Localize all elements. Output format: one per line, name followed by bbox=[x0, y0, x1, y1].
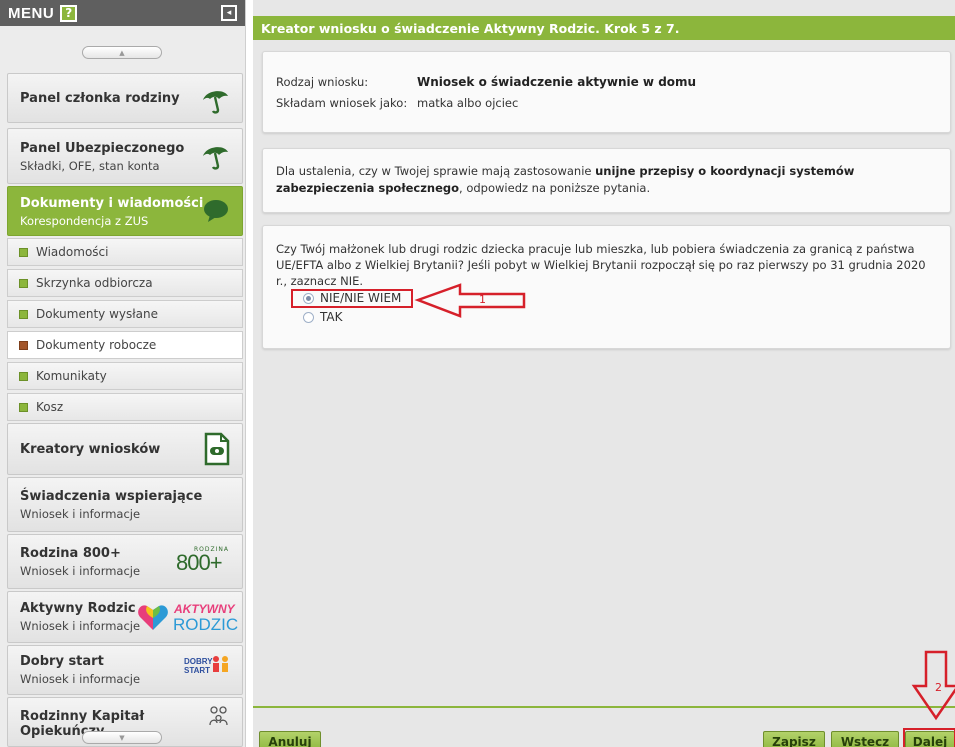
subitem-dokumenty-robocze[interactable]: Dokumenty robocze bbox=[7, 331, 243, 359]
puzzle-heart-icon bbox=[138, 605, 168, 630]
radio-label: TAK bbox=[320, 310, 343, 324]
panel-swiadczenia-wspierajace[interactable]: Świadczenia wspierające Wniosek i inform… bbox=[7, 477, 243, 532]
panel-dobry-start[interactable]: Dobry start Wniosek i informacje DOBRY S… bbox=[7, 645, 243, 695]
scroll-down-button[interactable]: ▼ bbox=[82, 731, 162, 744]
panel-title: Panel Ubezpieczonego bbox=[20, 141, 185, 156]
back-button[interactable]: Wstecz bbox=[831, 731, 899, 747]
subitem-kosz[interactable]: Kosz bbox=[7, 393, 243, 421]
bullet-square-icon bbox=[19, 371, 28, 381]
application-type-label: Rodzaj wniosku: bbox=[276, 75, 369, 89]
family-icon bbox=[209, 706, 228, 726]
menu-header: MENU ? ◂ bbox=[0, 0, 245, 26]
children-icon bbox=[213, 656, 228, 672]
panel-subtitle: Wniosek i informacje bbox=[20, 507, 141, 521]
application-type-row: Rodzaj wniosku: Wniosek o świadczenie ak… bbox=[276, 75, 696, 89]
panel-aktywny-rodzic[interactable]: Aktywny Rodzic Wniosek i informacje AKTY… bbox=[7, 591, 243, 643]
subitem-wiadomosci[interactable]: Wiadomości bbox=[7, 238, 243, 266]
logo-line1: AKTYWNY bbox=[174, 602, 235, 616]
subitem-label: Kosz bbox=[36, 400, 64, 414]
panel-title: Dokumenty i wiadomości bbox=[20, 196, 204, 211]
applicant-role-row: Składam wniosek jako: matka albo ojciec bbox=[276, 96, 518, 110]
scroll-up-button[interactable]: ▲ bbox=[82, 46, 162, 59]
save-button[interactable]: Zapisz bbox=[763, 731, 825, 747]
menu-title: MENU bbox=[8, 4, 55, 22]
sidebar: MENU ? ◂ ▲ Panel członka rodziny Panel U… bbox=[0, 0, 246, 747]
subitem-skrzynka-odbiorcza[interactable]: Skrzynka odbiorcza bbox=[7, 269, 243, 297]
collapse-menu-button[interactable]: ◂ bbox=[221, 5, 237, 21]
subitem-dokumenty-wyslane[interactable]: Dokumenty wysłane bbox=[7, 300, 243, 328]
aktywny-rodzic-logo: AKTYWNY RODZIC bbox=[136, 598, 239, 636]
next-button-highlight bbox=[903, 728, 955, 747]
panel-title: Świadczenia wspierające bbox=[20, 489, 203, 504]
applicant-role-label: Składam wniosek jako: bbox=[276, 96, 408, 110]
help-icon[interactable]: ? bbox=[60, 4, 78, 22]
panel-title: Panel członka rodziny bbox=[20, 91, 180, 106]
subitem-label: Skrzynka odbiorcza bbox=[36, 276, 153, 290]
radio-option-tak[interactable]: TAK bbox=[303, 310, 342, 324]
selected-option-highlight bbox=[291, 289, 413, 308]
subitem-label: Dokumenty robocze bbox=[36, 338, 157, 352]
coordination-text-end: , odpowiedz na poniższe pytania. bbox=[459, 181, 651, 195]
logo-line2: RODZIC bbox=[173, 615, 239, 634]
coordination-text-start: Dla ustalenia, czy w Twojej sprawie mają… bbox=[276, 164, 596, 178]
logo-line1: DOBRY bbox=[184, 657, 213, 666]
bottom-separator bbox=[253, 706, 955, 708]
logo-text: 800+ bbox=[176, 550, 223, 575]
subitem-label: Wiadomości bbox=[36, 245, 109, 259]
panel-czlonek-rodziny[interactable]: Panel członka rodziny bbox=[7, 73, 243, 123]
application-info-card: Rodzaj wniosku: Wniosek o świadczenie ak… bbox=[262, 51, 951, 133]
subitem-komunikaty[interactable]: Komunikaty bbox=[7, 362, 243, 390]
dobry-start-logo: DOBRY START bbox=[184, 655, 230, 687]
bullet-square-icon bbox=[19, 309, 28, 319]
main-content: Kreator wniosku o świadczenie Aktywny Ro… bbox=[253, 0, 955, 747]
application-type-value: Wniosek o świadczenie aktywnie w domu bbox=[417, 75, 697, 89]
radio-button[interactable] bbox=[303, 311, 314, 323]
bullet-square-icon bbox=[19, 340, 28, 350]
question-card: Czy Twój małżonek lub drugi rodzic dziec… bbox=[262, 225, 951, 349]
applicant-role-value: matka albo ojciec bbox=[417, 96, 519, 110]
panel-dokumenty-i-wiadomosci[interactable]: Dokumenty i wiadomości Korespondencja z … bbox=[7, 186, 243, 236]
subitem-label: Dokumenty wysłane bbox=[36, 307, 158, 321]
cancel-button[interactable]: Anuluj bbox=[259, 731, 321, 747]
coordination-text: Dla ustalenia, czy w Twojej sprawie mają… bbox=[276, 163, 934, 197]
panel-ubezpieczonego[interactable]: Panel Ubezpieczonego Składki, OFE, stan … bbox=[7, 128, 243, 184]
panel-rodzina-800[interactable]: Rodzina 800+ Wniosek i informacje RODZIN… bbox=[7, 534, 243, 589]
panel-subtitle: Korespondencja z ZUS bbox=[20, 214, 149, 228]
logo-line2: START bbox=[184, 666, 211, 675]
bullet-square-icon bbox=[19, 247, 28, 257]
panel-title: Kreatory wniosków bbox=[20, 442, 161, 457]
document-icon bbox=[204, 432, 230, 466]
rodzina-800-logo: RODZINA 800+ bbox=[176, 544, 230, 580]
umbrella-icon bbox=[203, 91, 228, 114]
panel-subtitle: Składki, OFE, stan konta bbox=[20, 159, 160, 173]
panel-kreatory-wnioskow[interactable]: Kreatory wniosków bbox=[7, 423, 243, 475]
bullet-square-icon bbox=[19, 402, 28, 412]
speech-bubble-icon bbox=[204, 200, 228, 222]
bullet-square-icon bbox=[19, 278, 28, 288]
umbrella-icon bbox=[203, 147, 228, 170]
subitem-label: Komunikaty bbox=[36, 369, 107, 383]
coordination-info-card: Dla ustalenia, czy w Twojej sprawie mają… bbox=[262, 148, 951, 213]
question-text: Czy Twój małżonek lub drugi rodzic dziec… bbox=[276, 242, 926, 288]
wizard-header: Kreator wniosku o świadczenie Aktywny Ro… bbox=[253, 16, 955, 40]
